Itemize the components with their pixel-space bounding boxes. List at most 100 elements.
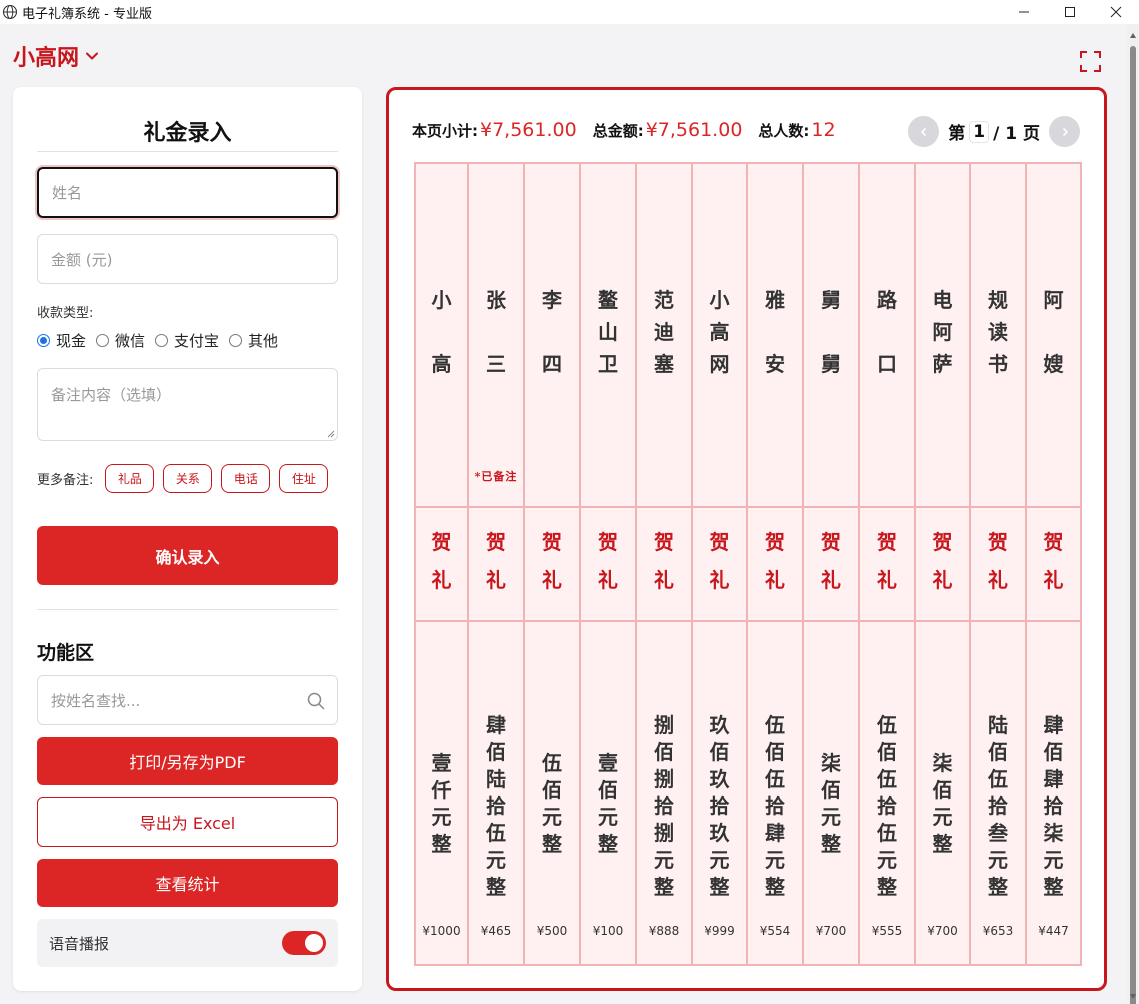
ledger-entry[interactable]: 范 迪 塞贺 礼捌 佰 捌 拾 捌 元 整 ¥888 xyxy=(637,164,693,964)
entry-name: 李 四 xyxy=(542,288,562,376)
payment-option-wechat[interactable]: 微信 xyxy=(96,330,145,351)
entry-name: 鳌 山 卫 xyxy=(598,288,618,376)
functions-title: 功能区 xyxy=(37,642,95,664)
voice-broadcast-row: 语音播报 xyxy=(37,919,338,967)
entry-amount-chinese: 壹 仟 元 整 xyxy=(431,751,452,856)
current-page[interactable]: 1 xyxy=(969,120,990,143)
page-subtotal-label: 本页小计: xyxy=(412,122,478,140)
scroll-thumb[interactable] xyxy=(1130,46,1136,1004)
ledger-entry[interactable]: 规 读 书贺 礼陆 佰 伍 拾 叁 元 整 ¥653 xyxy=(971,164,1027,964)
ledger-entry[interactable]: 鳌 山 卫贺 礼壹 佰 元 整 ¥100 xyxy=(581,164,637,964)
ledger-entry[interactable]: 路 口贺 礼伍 佰 伍 拾 伍 元 整 ¥555 xyxy=(860,164,916,964)
entry-amount-chinese: 肆 佰 肆 拾 柒 元 整 xyxy=(1043,713,1064,899)
ledger-entry[interactable]: 张 三 *已备注贺 礼肆 佰 陆 拾 伍 元 整 ¥465 xyxy=(469,164,525,964)
ledger-entry[interactable]: 雅 安贺 礼伍 佰 伍 拾 肆 元 整 ¥554 xyxy=(748,164,804,964)
chevron-right-icon xyxy=(1062,127,1068,136)
more-notes-label: 更多备注: xyxy=(37,473,94,488)
total-count-value: 12 xyxy=(811,119,836,141)
gift-label: 贺 礼 xyxy=(821,530,841,592)
close-button[interactable] xyxy=(1093,0,1139,24)
ledger-entry[interactable]: 小 高贺 礼壹 仟 元 整 ¥1000 xyxy=(416,164,469,964)
entry-name: 规 读 书 xyxy=(988,288,1008,376)
entry-name: 电 阿 萨 xyxy=(932,288,953,376)
chip-address[interactable]: 住址 xyxy=(279,464,329,493)
amount-placeholder: 金额 (元) xyxy=(51,250,113,269)
name-placeholder: 姓名 xyxy=(52,184,83,202)
minimize-button[interactable] xyxy=(1001,0,1047,24)
next-page-button[interactable] xyxy=(1049,116,1080,147)
print-pdf-button[interactable]: 打印/另存为PDF xyxy=(37,737,338,785)
chip-phone[interactable]: 电话 xyxy=(221,464,271,493)
view-stats-button[interactable]: 查看统计 xyxy=(37,859,338,907)
ledger-entry[interactable]: 李 四贺 礼伍 佰 元 整 ¥500 xyxy=(525,164,581,964)
ledger-entry[interactable]: 舅 舅贺 礼柒 佰 元 整 ¥700 xyxy=(804,164,860,964)
fullscreen-icon[interactable] xyxy=(1080,51,1101,72)
pagination: 第 1 / 1 页 xyxy=(908,116,1080,147)
search-input[interactable]: 按姓名查找... xyxy=(37,675,338,725)
payment-type-label: 收款类型: xyxy=(37,306,94,321)
entry-name: 张 三 xyxy=(486,288,506,376)
window-titlebar: 电子礼簿系统 - 专业版 xyxy=(0,0,1139,24)
maximize-button[interactable] xyxy=(1047,0,1093,24)
gift-label: 贺 礼 xyxy=(598,530,618,592)
entry-amount-chinese: 壹 佰 元 整 xyxy=(598,751,618,856)
divider xyxy=(37,609,338,610)
payment-option-cash[interactable]: 现金 xyxy=(37,330,86,351)
entry-amount: ¥700 xyxy=(815,924,847,938)
entry-amount: ¥555 xyxy=(871,924,903,938)
payment-option-other[interactable]: 其他 xyxy=(229,330,278,351)
name-input[interactable]: 姓名 xyxy=(37,167,338,218)
gift-label: 贺 礼 xyxy=(542,530,562,592)
brand-selector[interactable]: 小高网 xyxy=(13,40,99,72)
entry-amount-chinese: 捌 佰 捌 拾 捌 元 整 xyxy=(654,713,674,899)
total-amount-label: 总金额: xyxy=(592,122,644,140)
amount-input[interactable]: 金额 (元) xyxy=(37,234,338,284)
gift-label: 贺 礼 xyxy=(988,530,1008,592)
ledger-entry[interactable]: 小 高 网贺 礼玖 佰 玖 拾 玖 元 整 ¥999 xyxy=(693,164,748,964)
prev-page-button[interactable] xyxy=(908,116,940,147)
note-marker: *已备注 xyxy=(474,470,518,483)
entry-amount: ¥447 xyxy=(1038,924,1069,938)
note-placeholder: 备注内容（选填） xyxy=(51,386,172,404)
payment-option-alipay[interactable]: 支付宝 xyxy=(155,330,219,351)
entry-title: 礼金录入 xyxy=(143,121,232,146)
entry-amount-chinese: 伍 佰 元 整 xyxy=(542,751,562,856)
export-excel-button[interactable]: 导出为 Excel xyxy=(37,797,338,847)
gift-label: 贺 礼 xyxy=(431,530,452,592)
search-icon xyxy=(307,692,325,710)
entry-amount: ¥700 xyxy=(927,924,958,938)
gift-label: 贺 礼 xyxy=(877,530,897,592)
entry-name: 范 迪 塞 xyxy=(654,288,674,376)
entry-name: 小 高 xyxy=(431,288,452,376)
chip-relation[interactable]: 关系 xyxy=(163,464,213,493)
entry-amount: ¥653 xyxy=(982,924,1014,938)
ledger-entry[interactable]: 电 阿 萨贺 礼柒 佰 元 整 ¥700 xyxy=(916,164,971,964)
voice-broadcast-toggle[interactable] xyxy=(282,931,326,955)
window-title: 电子礼簿系统 - 专业版 xyxy=(22,6,152,22)
confirm-entry-button[interactable]: 确认录入 xyxy=(37,526,338,585)
scroll-up-icon[interactable] xyxy=(1129,32,1137,40)
minimize-icon xyxy=(1019,11,1029,13)
brand-name: 小高网 xyxy=(13,46,80,71)
ledger-entry[interactable]: 阿 嫂贺 礼肆 佰 肆 拾 柒 元 整 ¥447 xyxy=(1027,164,1080,964)
scrollbar[interactable] xyxy=(1127,24,1139,1004)
radio-icon xyxy=(229,334,243,347)
total-amount-value: ¥7,561.00 xyxy=(645,119,743,141)
entry-amount-chinese: 玖 佰 玖 拾 玖 元 整 xyxy=(709,713,730,899)
entry-name: 舅 舅 xyxy=(821,288,841,376)
entry-name: 雅 安 xyxy=(765,288,785,376)
chip-gift[interactable]: 礼品 xyxy=(105,464,155,493)
gift-label: 贺 礼 xyxy=(1043,530,1064,592)
entry-name: 路 口 xyxy=(877,288,897,376)
gift-label: 贺 礼 xyxy=(709,530,730,592)
voice-broadcast-label: 语音播报 xyxy=(49,934,110,953)
gift-label: 贺 礼 xyxy=(486,530,506,592)
note-textarea[interactable]: 备注内容（选填） xyxy=(37,368,338,441)
entry-amount-chinese: 伍 佰 伍 拾 肆 元 整 xyxy=(765,713,785,899)
resize-grip-icon[interactable] xyxy=(326,429,335,438)
scroll-down-icon[interactable] xyxy=(1129,992,1137,1000)
gift-label: 贺 礼 xyxy=(932,530,953,592)
gift-label: 贺 礼 xyxy=(765,530,785,592)
maximize-icon xyxy=(1065,7,1075,17)
entry-amount-chinese: 肆 佰 陆 拾 伍 元 整 xyxy=(486,713,506,899)
